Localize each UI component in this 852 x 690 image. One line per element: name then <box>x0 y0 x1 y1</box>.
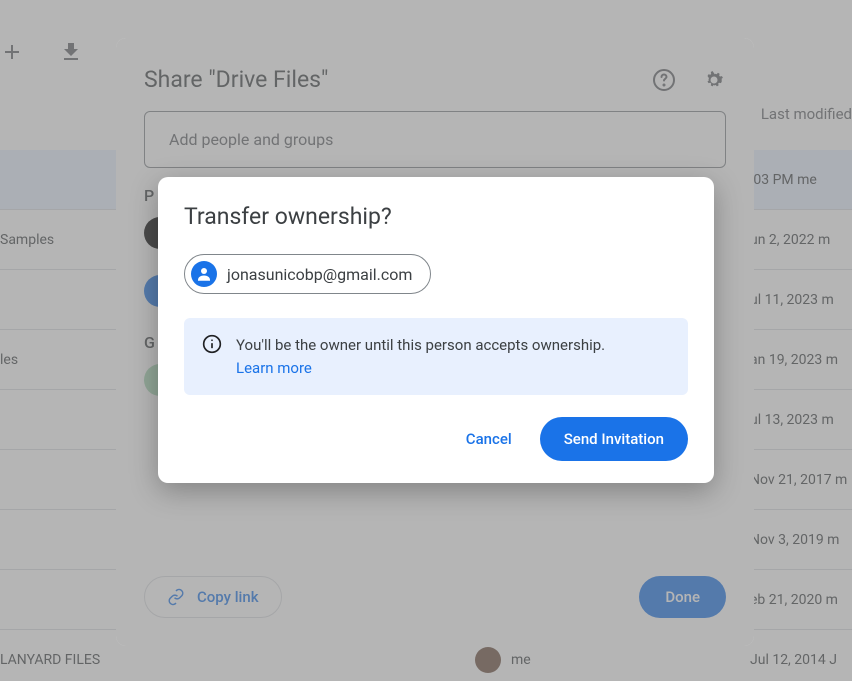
info-icon <box>202 334 222 354</box>
recipient-email: jonasunicobp@gmail.com <box>227 265 412 284</box>
gear-icon[interactable] <box>702 68 726 92</box>
cancel-button[interactable]: Cancel <box>448 418 530 460</box>
transfer-ownership-dialog: Transfer ownership? jonasunicobp@gmail.c… <box>158 177 714 483</box>
send-invitation-button[interactable]: Send Invitation <box>540 417 688 461</box>
recipient-chip[interactable]: jonasunicobp@gmail.com <box>184 254 431 294</box>
person-icon <box>191 261 217 287</box>
add-people-input[interactable]: Add people and groups <box>144 111 726 168</box>
transfer-dialog-title: Transfer ownership? <box>184 203 688 230</box>
help-icon[interactable] <box>652 68 676 92</box>
info-text: You'll be the owner until this person ac… <box>236 336 605 354</box>
done-button[interactable]: Done <box>639 576 726 618</box>
learn-more-link[interactable]: Learn more <box>236 359 312 377</box>
info-banner: You'll be the owner until this person ac… <box>184 318 688 395</box>
link-icon <box>167 588 185 606</box>
copy-link-button[interactable]: Copy link <box>144 576 282 618</box>
share-dialog-title: Share "Drive Files" <box>144 66 328 93</box>
